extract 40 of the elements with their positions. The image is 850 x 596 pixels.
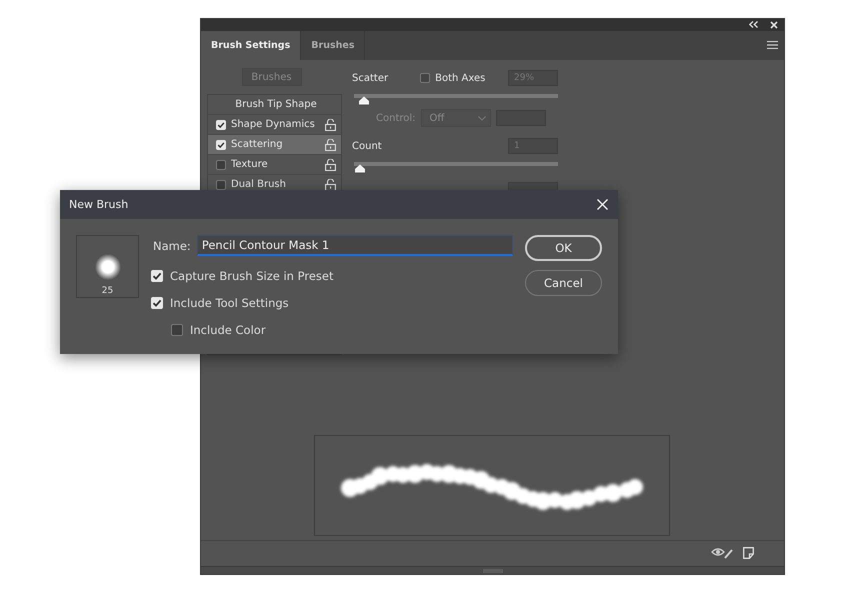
checkbox[interactable] — [216, 180, 226, 190]
option-row[interactable]: Scattering — [208, 135, 341, 156]
option-row[interactable]: Texture — [208, 155, 341, 176]
field-label: Count — [352, 140, 382, 152]
option-label: Shape Dynamics — [231, 119, 316, 130]
checkbox-label: Both Axes — [435, 72, 486, 84]
close-icon[interactable] — [597, 199, 608, 210]
name-field[interactable]: Pencil Contour Mask 1 — [196, 235, 513, 256]
chevron-icon — [478, 116, 486, 121]
close-icon[interactable] — [770, 20, 778, 29]
checkbox-label: Capture Brush Size in Preset — [170, 268, 334, 282]
collapse-icon[interactable] — [749, 21, 758, 28]
option-label: Dual Brush — [231, 179, 287, 190]
checkbox[interactable] — [216, 160, 226, 170]
option-label: Brush Tip Shape — [235, 99, 317, 110]
lock-icon[interactable] — [325, 158, 336, 171]
eye-brush-icon[interactable] — [711, 547, 733, 560]
tab[interactable]: Brushes — [301, 30, 366, 60]
brush-tip-icon — [94, 254, 120, 280]
ok-button[interactable]: OK — [525, 235, 602, 261]
dialog-title: New Brush — [69, 198, 128, 211]
checkbox[interactable] — [171, 324, 183, 336]
slider-thumb[interactable] — [358, 96, 370, 106]
option-label: Scattering — [231, 139, 284, 150]
field-label: Scatter — [352, 72, 388, 84]
slider-thumb[interactable] — [354, 164, 366, 174]
lock-icon[interactable] — [325, 138, 336, 151]
resize-grip-icon[interactable] — [482, 568, 502, 573]
checkbox-label: Include Tool Settings — [170, 296, 289, 310]
menu-icon[interactable] — [767, 41, 778, 50]
lock-icon[interactable] — [325, 118, 336, 131]
brush-size: 25 — [102, 286, 114, 296]
new-page-icon[interactable] — [743, 547, 754, 560]
option-label: Texture — [231, 159, 269, 170]
cancel-button[interactable]: Cancel — [525, 270, 602, 296]
checkbox[interactable] — [420, 73, 430, 84]
option-row[interactable]: Brush Tip Shape — [208, 95, 341, 116]
name-label: Name: — [153, 238, 191, 252]
tab[interactable]: Brush Settings — [201, 30, 302, 60]
checkbox-label: Include Color — [190, 322, 266, 336]
